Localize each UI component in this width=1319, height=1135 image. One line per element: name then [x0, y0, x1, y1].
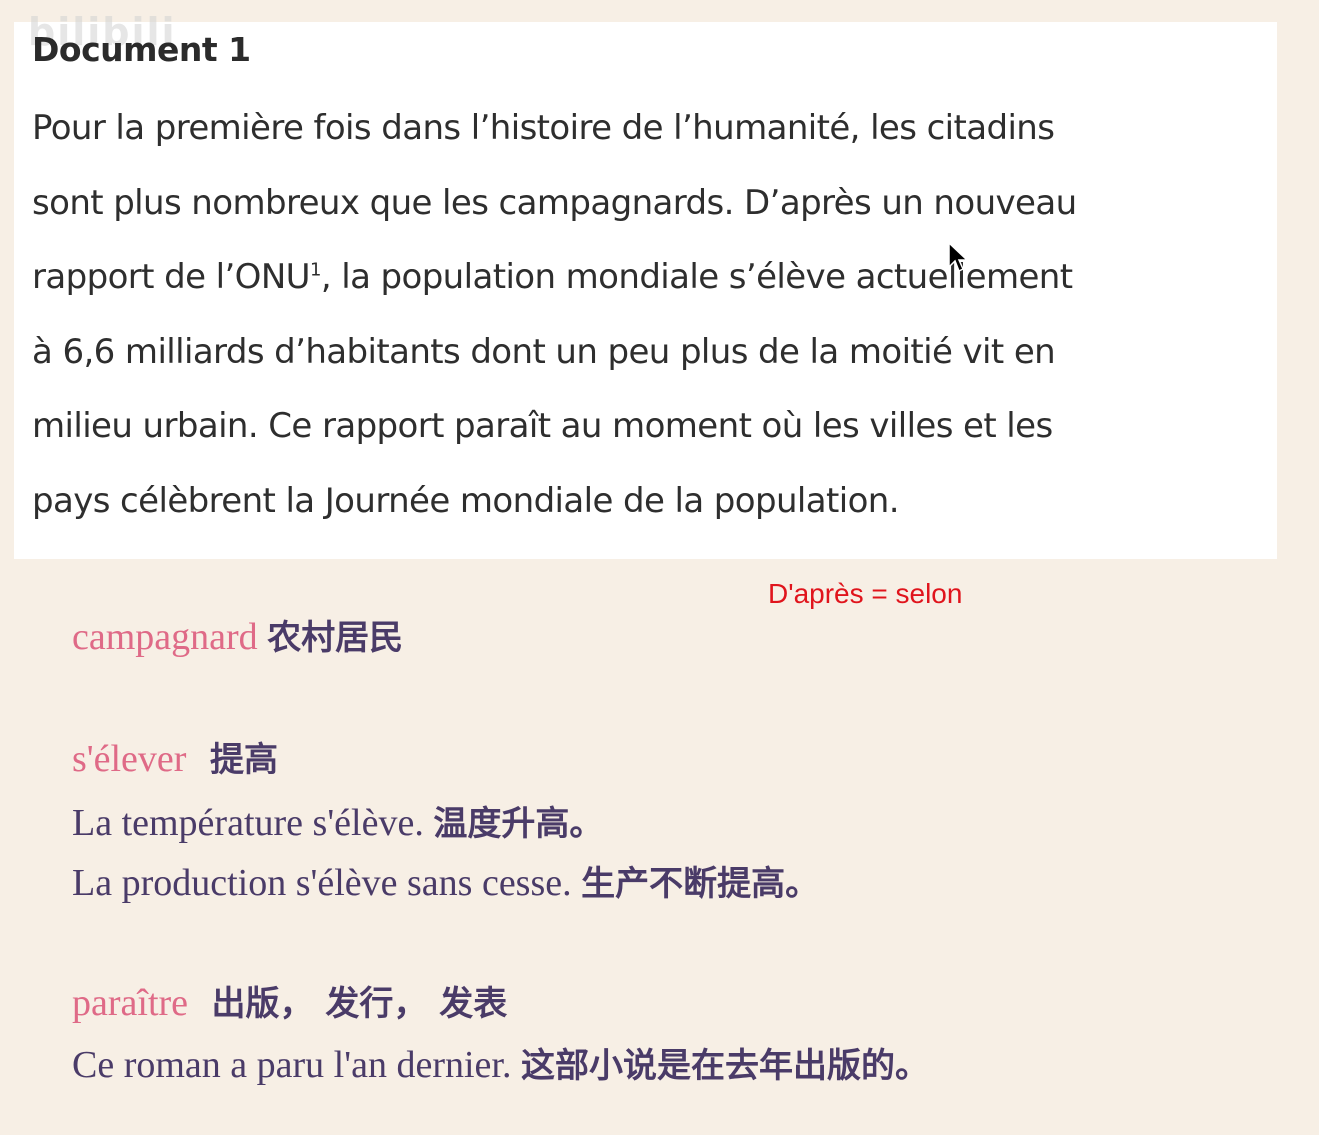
example-chinese: 这部小说是在去年出版的。	[520, 1046, 929, 1086]
vocab-translation: 提高	[209, 740, 278, 780]
line-text: rapport de l’ONU	[32, 257, 311, 297]
vocab-entry-selever: s'élever 提高	[72, 732, 278, 781]
paragraph-line: à 6,6 milliards d’habitants dont un peu …	[32, 331, 1056, 372]
example-sentence: La production s'élève sans cesse. 生产不断提高…	[72, 856, 819, 905]
vocab-translation: 出版， 发行， 发表	[211, 984, 508, 1024]
vocab-term: paraître	[72, 982, 189, 1024]
footnote-marker: 1	[309, 259, 321, 281]
example-french: Ce roman a paru l'an dernier.	[72, 1044, 512, 1086]
document-card: bilibili Document 1 Pour la première foi…	[14, 10, 1277, 559]
vocab-translation: 农村居民	[267, 618, 404, 658]
mouse-cursor-icon	[948, 242, 969, 273]
vocab-term: s'élever	[72, 738, 187, 780]
vocab-entry-paraitre: paraître 出版， 发行， 发表	[72, 976, 507, 1025]
vocab-entry-campagnard: campagnard 农村居民	[72, 610, 403, 659]
annotation-note: D'après = selon	[768, 578, 963, 609]
example-sentence: Ce roman a paru l'an dernier. 这部小说是在去年出版…	[72, 1038, 929, 1087]
paragraph-line: Pour la première fois dans l’histoire de…	[32, 108, 1055, 148]
paragraph-line: milieu urbain. Ce rapport paraît au mome…	[32, 406, 1053, 446]
example-french: La production s'élève sans cesse.	[72, 862, 572, 904]
example-chinese: 生产不断提高。	[581, 864, 820, 904]
paragraph-line: pays célèbrent la Journée mondiale de la…	[32, 480, 900, 521]
example-chinese: 温度升高。	[433, 804, 604, 844]
vocab-term: campagnard	[72, 616, 258, 658]
paragraph-line: rapport de l’ONU1, la population mondial…	[32, 249, 1262, 324]
example-french: La température s'élève.	[72, 802, 424, 844]
paragraph-line: sont plus nombreux que les campagnards. …	[32, 182, 1077, 223]
document-title: Document 1	[32, 30, 251, 69]
document-paragraph: Pour la première fois dans l’histoire de…	[32, 100, 1262, 547]
example-sentence: La température s'élève. 温度升高。	[72, 796, 603, 845]
